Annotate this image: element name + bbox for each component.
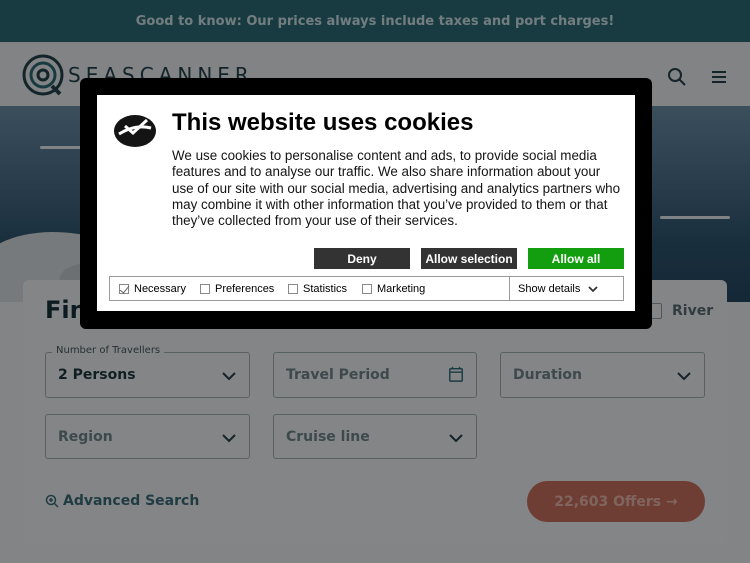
checkbox-checked-icon [119,284,129,294]
preferences-label: Preferences [215,283,275,295]
allow-all-button[interactable]: Allow all [528,248,624,269]
show-details-link[interactable]: Show details [518,283,599,295]
cookiebot-logo-icon [114,115,156,147]
checkbox-icon [288,284,298,294]
preferences-divider [509,277,510,300]
marketing-label: Marketing [377,283,426,295]
chevron-down-icon [588,286,599,293]
cookie-dialog-text: We use cookies to personalise content an… [172,148,621,229]
deny-button[interactable]: Deny [314,248,410,269]
cookie-preferences-bar: Necessary Preferences Statistics Marketi… [109,276,624,301]
allow-selection-button[interactable]: Allow selection [421,248,517,269]
statistics-label: Statistics [303,283,348,295]
checkbox-icon [362,284,372,294]
preferences-checkbox[interactable]: Preferences [200,283,274,295]
checkbox-icon [200,284,210,294]
cookie-dialog: This website uses cookies We use cookies… [80,78,652,329]
necessary-label: Necessary [134,283,186,295]
statistics-checkbox[interactable]: Statistics [288,283,347,295]
cookie-dialog-panel: This website uses cookies We use cookies… [97,95,635,311]
show-details-label: Show details [518,283,581,295]
cookie-dialog-title: This website uses cookies [172,109,474,136]
necessary-checkbox[interactable]: Necessary [119,283,186,295]
marketing-checkbox[interactable]: Marketing [362,283,425,295]
